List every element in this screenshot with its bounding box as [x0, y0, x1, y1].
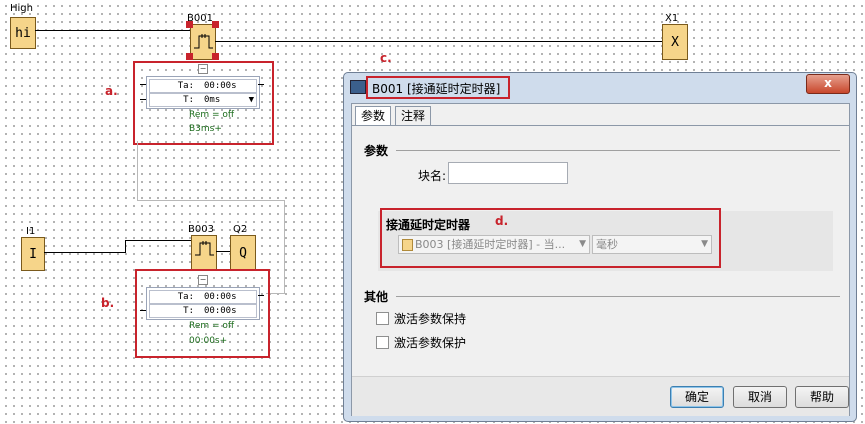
annotation-b: b.	[101, 296, 115, 310]
annotation-box-b	[135, 269, 270, 358]
wire-high-b001	[35, 30, 190, 31]
selection-handle[interactable]	[212, 21, 219, 28]
input-high-block[interactable]: hi	[10, 17, 36, 49]
annotation-box-c	[366, 76, 510, 99]
b003-label: B003	[188, 224, 214, 235]
annotation-box-a	[133, 61, 274, 145]
output-x1-label: X1	[665, 13, 679, 24]
wire-i1-b003	[125, 240, 191, 241]
selection-handle[interactable]	[186, 53, 193, 60]
close-icon[interactable]: x	[806, 74, 850, 94]
params-group-label: 参数	[364, 144, 389, 158]
selection-handle[interactable]	[212, 53, 219, 60]
help-button[interactable]: 帮助	[795, 386, 849, 408]
divider	[396, 296, 840, 297]
on-delay-timer-icon	[195, 241, 214, 256]
input-high-label: High	[10, 3, 33, 14]
wire-b003-q2	[216, 251, 230, 252]
input-i1-block[interactable]: I	[21, 237, 45, 271]
annotation-a: a.	[105, 84, 118, 98]
input-i1-label: I1	[26, 226, 36, 237]
wire-i1-b003	[125, 240, 126, 253]
reference-wire	[137, 141, 138, 201]
output-q2-block[interactable]: Q	[230, 235, 256, 271]
reference-wire	[137, 200, 285, 201]
block-properties-dialog[interactable]: B001 [接通延时定时器] x 参数 注释 参数 块名: 接通延时定时器 B0…	[343, 72, 857, 422]
protect-checkbox[interactable]	[376, 336, 389, 349]
selection-handle[interactable]	[186, 21, 193, 28]
annotation-c: c.	[380, 51, 392, 65]
protect-label: 激活参数保护	[394, 336, 467, 350]
divider	[396, 150, 840, 151]
block-name-input[interactable]	[448, 162, 568, 184]
tab-divider	[352, 125, 849, 126]
annotation-d: d.	[495, 214, 509, 228]
retentive-label: 激活参数保持	[394, 312, 467, 326]
retentive-checkbox[interactable]	[376, 312, 389, 325]
ok-button[interactable]: 确定	[670, 386, 724, 408]
b003-block[interactable]	[191, 235, 217, 271]
wire-b001-x1	[215, 41, 662, 42]
cancel-button[interactable]: 取消	[733, 386, 787, 408]
output-q2-label: Q2	[233, 224, 248, 235]
reference-wire	[284, 200, 285, 294]
output-x1-block[interactable]: X	[662, 24, 688, 60]
wire-i1-b003	[44, 252, 125, 253]
tab-params[interactable]: 参数	[355, 106, 392, 125]
other-group-label: 其他	[364, 290, 389, 304]
dialog-client: 参数 注释 参数 块名: 接通延时定时器 B003 [接通延时定时器] - 当.…	[351, 103, 850, 416]
app-icon	[350, 80, 366, 94]
annotation-box-d	[380, 208, 721, 268]
tab-comment[interactable]: 注释	[395, 106, 432, 125]
block-name-label: 块名:	[418, 169, 447, 183]
